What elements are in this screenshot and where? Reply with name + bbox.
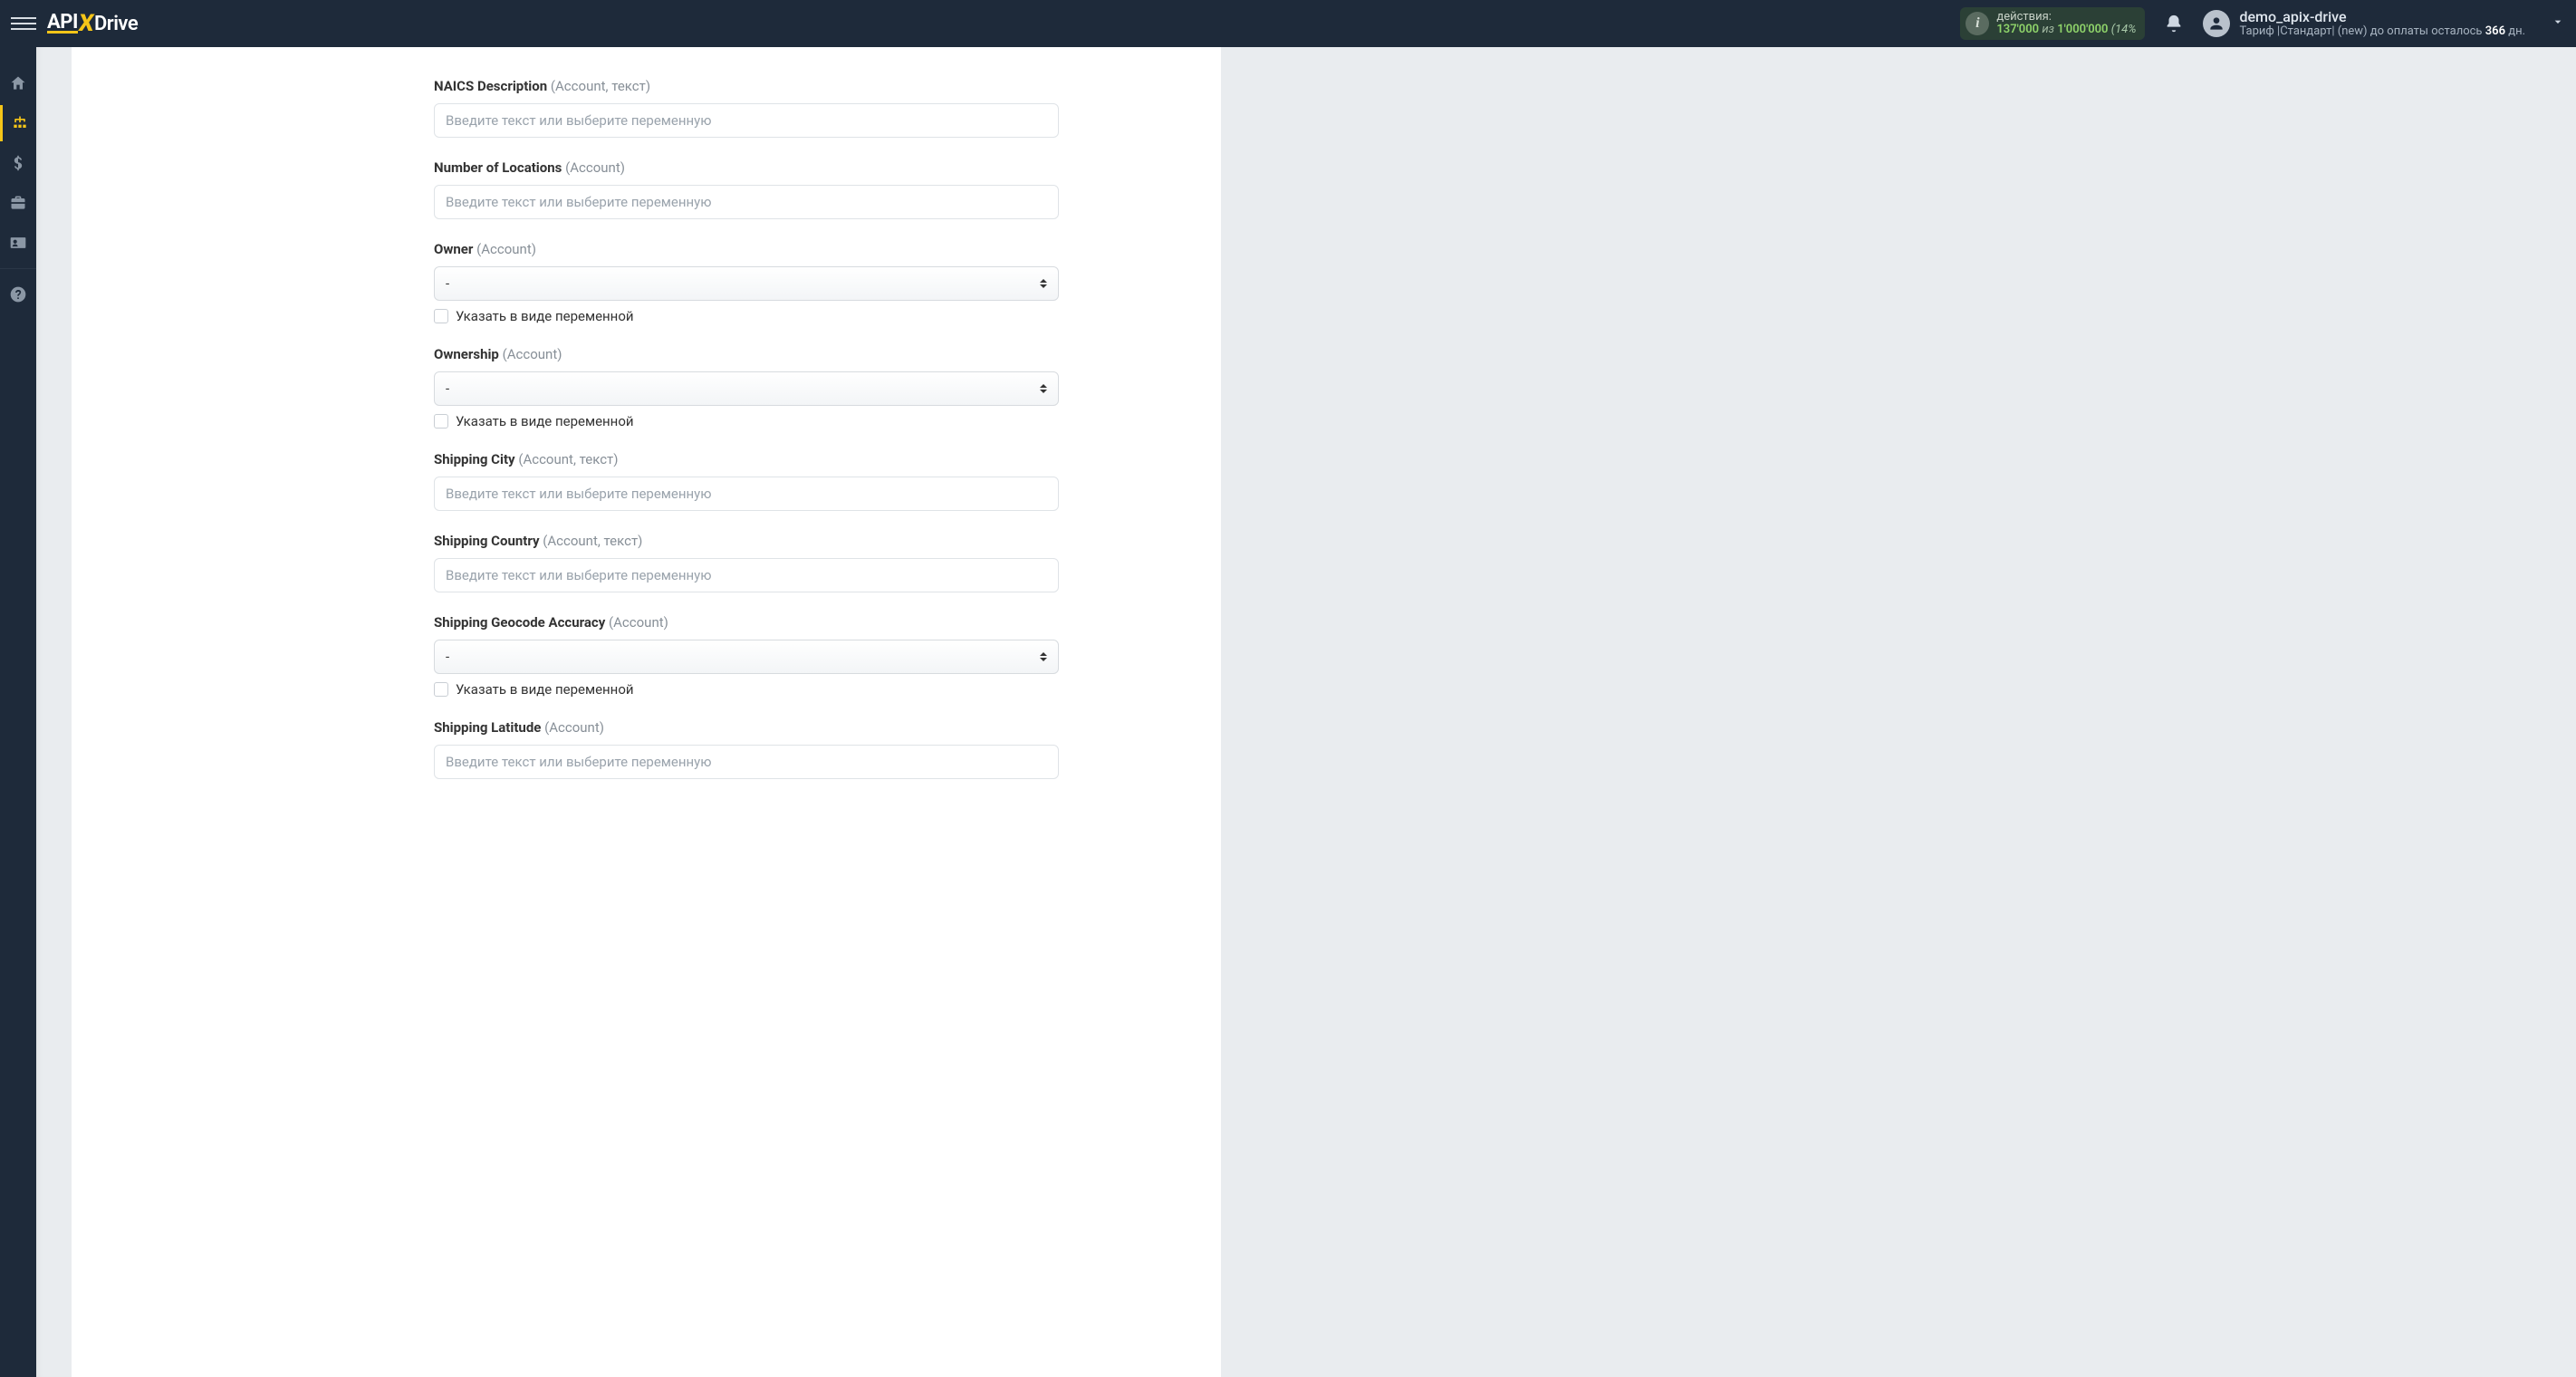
actions-counter[interactable]: i действия: 137'000 из 1'000'000 (14% xyxy=(1960,7,2145,41)
field-hint: (Account) xyxy=(609,614,668,631)
sitemap-icon xyxy=(11,114,29,132)
field-hint: (Account, текст) xyxy=(518,451,618,467)
actions-total: 1'000'000 xyxy=(2057,23,2108,36)
owner-as-variable-checkbox[interactable] xyxy=(434,309,448,323)
form-card: NAICS Description (Account, текст) Numbe… xyxy=(71,47,1221,1377)
field-shipping-latitude: Shipping Latitude (Account) xyxy=(434,719,1176,779)
nav-help[interactable] xyxy=(0,276,36,313)
home-icon xyxy=(9,74,27,92)
actions-pct: (14% xyxy=(2111,23,2137,36)
field-label: Ownership xyxy=(434,346,499,362)
field-shipping-geocode: Shipping Geocode Accuracy (Account) - Ук… xyxy=(434,614,1176,698)
user-text: demo_apix-drive Тариф |Стандарт| (new) д… xyxy=(2239,9,2525,38)
field-label: Number of Locations xyxy=(434,159,562,176)
logo-x: X xyxy=(76,10,96,37)
checkbox-label: Указать в виде переменной xyxy=(456,681,634,698)
nav-billing[interactable] xyxy=(0,145,36,181)
shipping-city-input[interactable] xyxy=(434,477,1059,511)
dollar-icon xyxy=(9,154,27,172)
checkbox-label: Указать в виде переменной xyxy=(456,413,634,429)
field-label: Shipping Latitude xyxy=(434,719,541,736)
field-owner: Owner (Account) - Указать в виде перемен… xyxy=(434,241,1176,324)
field-hint: (Account, текст) xyxy=(551,78,650,94)
field-hint: (Account) xyxy=(503,346,562,362)
nav-home[interactable] xyxy=(0,65,36,101)
field-hint: (Account) xyxy=(565,159,625,176)
checkbox-label: Указать в виде переменной xyxy=(456,308,634,324)
logo[interactable]: APIXDrive xyxy=(47,10,138,37)
field-ownership: Ownership (Account) - Указать в виде пер… xyxy=(434,346,1176,429)
actions-of: из xyxy=(2042,23,2054,36)
nav-contacts[interactable] xyxy=(0,225,36,261)
actions-label: действия: xyxy=(1996,11,2136,24)
nav-connections[interactable] xyxy=(0,105,36,141)
ownership-select[interactable]: - xyxy=(434,371,1059,406)
ownership-as-variable[interactable]: Указать в виде переменной xyxy=(434,413,1176,429)
question-icon xyxy=(9,285,27,303)
field-label: NAICS Description xyxy=(434,78,547,94)
id-card-icon xyxy=(9,234,27,252)
ownership-as-variable-checkbox[interactable] xyxy=(434,414,448,429)
page: NAICS Description (Account, текст) Numbe… xyxy=(36,0,2576,1377)
owner-select[interactable]: - xyxy=(434,266,1059,301)
chevron-down-icon xyxy=(2551,14,2565,33)
field-label: Shipping Geocode Accuracy xyxy=(434,614,605,631)
sidebar xyxy=(0,47,36,1377)
shipping-geocode-as-variable[interactable]: Указать в виде переменной xyxy=(434,681,1176,698)
field-shipping-city: Shipping City (Account, текст) xyxy=(434,451,1176,511)
notifications-button[interactable] xyxy=(2159,9,2188,38)
naics-description-input[interactable] xyxy=(434,103,1059,138)
field-label: Shipping City xyxy=(434,451,515,467)
briefcase-icon xyxy=(9,194,27,212)
actions-text: действия: 137'000 из 1'000'000 (14% xyxy=(1996,11,2136,37)
plan-prefix: Тариф |Стандарт| (new) до оплаты осталос… xyxy=(2239,24,2485,38)
field-shipping-country: Shipping Country (Account, текст) xyxy=(434,533,1176,592)
field-hint: (Account) xyxy=(476,241,536,257)
user-menu[interactable]: demo_apix-drive Тариф |Стандарт| (new) д… xyxy=(2203,9,2565,38)
plan-suffix: дн. xyxy=(2505,24,2525,38)
info-icon: i xyxy=(1966,12,1989,35)
user-name: demo_apix-drive xyxy=(2239,9,2525,25)
number-of-locations-input[interactable] xyxy=(434,185,1059,219)
shipping-latitude-input[interactable] xyxy=(434,745,1059,779)
field-naics-description: NAICS Description (Account, текст) xyxy=(434,78,1176,138)
field-number-of-locations: Number of Locations (Account) xyxy=(434,159,1176,219)
bell-icon xyxy=(2164,14,2184,34)
owner-as-variable[interactable]: Указать в виде переменной xyxy=(434,308,1176,324)
shipping-country-input[interactable] xyxy=(434,558,1059,592)
nav-toolbox[interactable] xyxy=(0,185,36,221)
logo-drive: Drive xyxy=(94,13,138,35)
shipping-geocode-select[interactable]: - xyxy=(434,640,1059,674)
left-gutter xyxy=(36,47,71,1377)
logo-api: API xyxy=(47,14,78,34)
menu-toggle[interactable] xyxy=(11,11,36,36)
field-hint: (Account) xyxy=(544,719,604,736)
plan-days: 366 xyxy=(2485,24,2505,38)
shipping-geocode-as-variable-checkbox[interactable] xyxy=(434,682,448,697)
field-label: Owner xyxy=(434,241,473,257)
field-hint: (Account, текст) xyxy=(543,533,642,549)
actions-used: 137'000 xyxy=(1996,23,2039,36)
topbar: APIXDrive i действия: 137'000 из 1'000'0… xyxy=(0,0,2576,47)
avatar-icon xyxy=(2203,10,2230,37)
field-label: Shipping Country xyxy=(434,533,540,549)
